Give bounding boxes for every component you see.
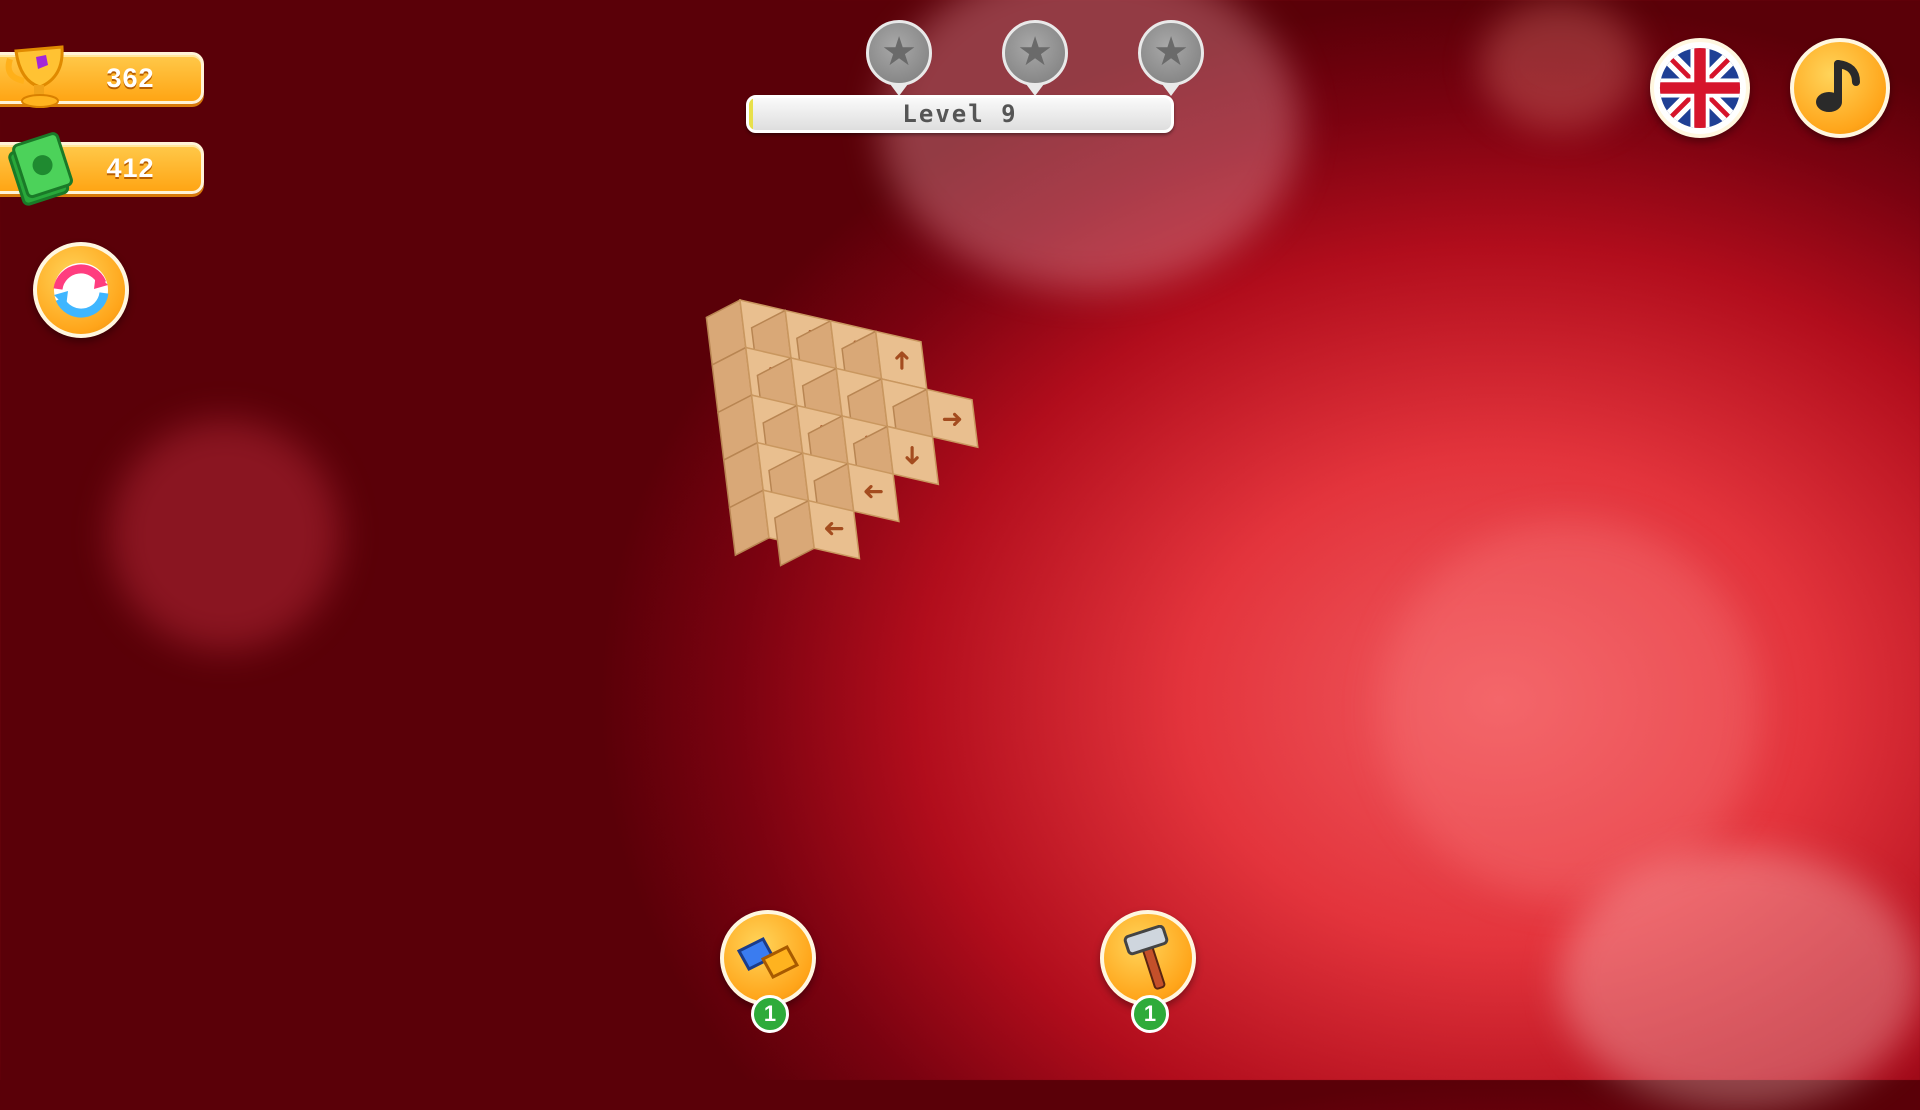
bokeh-light bbox=[1480, 0, 1640, 130]
cube-face bbox=[807, 414, 849, 483]
cube-face bbox=[728, 489, 770, 557]
bokeh-light bbox=[1560, 850, 1920, 1110]
swap-tiles-powerup-button[interactable] bbox=[720, 910, 816, 1006]
cash-counter: 412 bbox=[0, 132, 204, 206]
music-note-icon bbox=[1816, 60, 1860, 112]
cube-face bbox=[756, 356, 798, 425]
cube-arrow-icon: ➜ bbox=[852, 434, 882, 456]
cube-face bbox=[925, 388, 979, 449]
cube-face bbox=[739, 299, 792, 359]
cube-face bbox=[829, 319, 883, 380]
star-icon: ★ bbox=[1017, 30, 1053, 74]
cube-arrow-icon: ➜ bbox=[941, 404, 963, 434]
cube-arrow-icon: ➜ bbox=[896, 392, 918, 422]
cube-face bbox=[750, 309, 792, 377]
cube-face bbox=[796, 319, 838, 388]
cube-face bbox=[717, 393, 759, 462]
cube-arrow-icon: ➜ bbox=[848, 387, 878, 409]
trophy-counter: 362 bbox=[0, 45, 204, 108]
cube-face bbox=[784, 309, 838, 370]
bokeh-light bbox=[1380, 520, 1760, 900]
cube-arrow-icon: ➜ bbox=[772, 456, 794, 486]
cube-arrow-icon: ➜ bbox=[763, 413, 793, 435]
level-progress-bar: Level 9 bbox=[746, 95, 1174, 133]
cube-face bbox=[847, 462, 900, 523]
star-icon: ★ bbox=[1153, 30, 1189, 74]
cube-arrow-icon: ➜ bbox=[897, 445, 927, 467]
hammer-icon bbox=[1123, 925, 1169, 990]
cube-face bbox=[756, 441, 810, 502]
swap-tiles-count-badge: 1 bbox=[751, 995, 789, 1033]
cube-arrow-icon: ➜ bbox=[755, 366, 785, 388]
uk-flag-icon bbox=[1659, 47, 1741, 129]
star-icon: ★ bbox=[881, 30, 917, 74]
level-star-2: ★ bbox=[1002, 20, 1068, 86]
cube-arrow-icon: ➜ bbox=[755, 315, 777, 345]
cube-arrow-icon: ➜ bbox=[778, 505, 800, 535]
trophy-count: 362 bbox=[106, 62, 155, 93]
restart-button[interactable] bbox=[33, 242, 129, 338]
cube-arrow-icon: ➜ bbox=[795, 329, 825, 351]
cube-face bbox=[750, 394, 804, 455]
level-star-1: ★ bbox=[866, 20, 932, 86]
cube-face bbox=[880, 377, 934, 438]
cube-face bbox=[852, 425, 894, 493]
cube-arrow-icon: ➜ bbox=[840, 339, 870, 361]
cube-arrow-icon: ➜ bbox=[887, 349, 917, 371]
cube-face bbox=[892, 388, 934, 456]
cube-arrow-icon: ➜ bbox=[806, 371, 828, 401]
cube-face bbox=[801, 452, 855, 513]
restart-icon bbox=[53, 263, 109, 318]
level-star-3: ★ bbox=[1138, 20, 1204, 86]
cube-arrow-icon: ➜ bbox=[863, 477, 885, 507]
cube-face bbox=[722, 441, 765, 509]
cube-face bbox=[790, 357, 843, 417]
level-label: Level 9 bbox=[902, 100, 1018, 128]
cube-face bbox=[762, 404, 804, 472]
hammer-count-badge: 1 bbox=[1131, 995, 1169, 1033]
cube-face bbox=[886, 425, 940, 486]
swap-tiles-icon bbox=[736, 937, 800, 979]
cash-count: 412 bbox=[106, 152, 155, 183]
cube-arrow-icon: ➜ bbox=[806, 424, 836, 446]
cube-face bbox=[835, 367, 889, 428]
cube-face bbox=[744, 346, 798, 407]
cube-face bbox=[762, 489, 816, 550]
cube-face bbox=[773, 499, 816, 567]
cube-face bbox=[807, 499, 861, 560]
cube-face bbox=[841, 330, 883, 398]
cube-face bbox=[711, 346, 753, 414]
bokeh-light bbox=[110, 420, 340, 650]
cube-face bbox=[801, 367, 843, 435]
music-button[interactable] bbox=[1790, 38, 1890, 138]
cube-face bbox=[705, 298, 747, 367]
cube-face bbox=[768, 451, 810, 520]
cube-face bbox=[813, 462, 855, 530]
cube-arrow-icon: ➜ bbox=[817, 466, 839, 496]
language-button[interactable] bbox=[1650, 38, 1750, 138]
cube-puzzle-board[interactable]: ➜ ➜ ➜ ➜ ➜ ➜ ➜ ➜ ➜ ➜ ➜ ➜ ➜ ➜ ➜ ➜ ➜ ➜ bbox=[0, 0, 1920, 1080]
hammer-powerup-button[interactable] bbox=[1100, 910, 1196, 1006]
cube-face bbox=[841, 415, 894, 475]
cube-face bbox=[874, 330, 928, 391]
cube-face bbox=[795, 404, 849, 465]
bokeh-light bbox=[880, 0, 1300, 290]
cube-arrow-icon: ➜ bbox=[823, 514, 845, 544]
cube-face bbox=[847, 377, 889, 446]
